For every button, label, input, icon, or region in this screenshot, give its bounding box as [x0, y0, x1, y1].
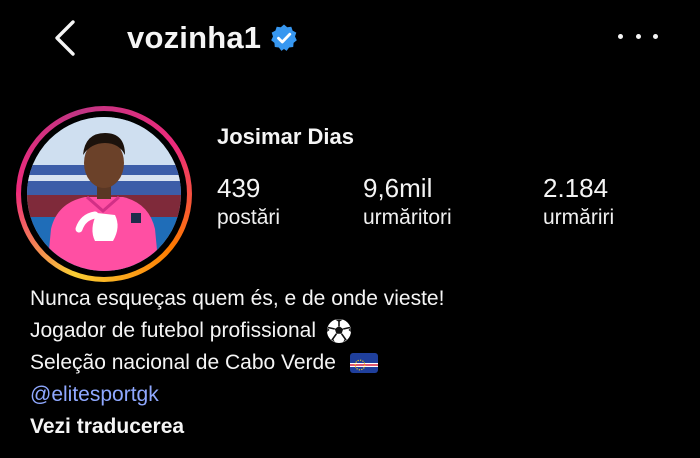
more-options-button[interactable]	[618, 24, 658, 48]
chevron-left-icon	[55, 20, 75, 56]
verified-badge-icon	[271, 24, 298, 51]
followers-count: 9,6mil	[363, 173, 433, 203]
bio-line-1: Nunca esqueças quem és, e de onde vieste…	[30, 283, 444, 315]
posts-label: postări	[217, 206, 281, 229]
back-button[interactable]	[48, 18, 84, 58]
profile-bio: Nunca esqueças quem és, e de onde vieste…	[30, 283, 444, 443]
followers-label: urmăritori	[363, 206, 452, 229]
bio-line-1-text: Nunca esqueças quem és, e de onde vieste…	[30, 287, 445, 310]
story-ring[interactable]	[16, 106, 192, 282]
following-count: 2.184	[543, 173, 609, 203]
username-header: vozinha1	[127, 16, 299, 60]
stat-followers[interactable]: 9,6mil urmăritori	[363, 172, 452, 232]
more-horizontal-icon	[618, 33, 623, 39]
bio-line-2-text: Jogador de futebol profissional	[30, 319, 317, 342]
bio-line-2: Jogador de futebol profissional	[30, 315, 444, 347]
avatar[interactable]	[27, 117, 181, 271]
bio-link[interactable]: @elitesportgk	[30, 379, 159, 411]
top-bar: vozinha1	[0, 0, 700, 78]
posts-count: 439	[217, 173, 261, 203]
profile-full-name: Josimar Dias	[217, 124, 354, 149]
cape-verde-flag-icon	[349, 353, 378, 373]
bio-line-3-text: Seleção nacional de Cabo Verde	[30, 351, 336, 374]
stat-posts[interactable]: 439 postări	[217, 172, 280, 232]
soccer-ball-icon	[327, 319, 352, 343]
stat-following[interactable]: 2.184 urmăriri	[543, 172, 614, 232]
translate-line: Vezi traducerea	[30, 411, 444, 443]
bio-link-line: @elitesportgk	[30, 379, 444, 411]
more-horizontal-icon-dot	[653, 33, 658, 39]
username: vozinha1	[127, 20, 262, 55]
see-translation-button[interactable]: Vezi traducerea	[30, 411, 184, 443]
more-horizontal-icon-dot	[635, 33, 641, 39]
bio-line-3: Seleção nacional de Cabo Verde	[30, 347, 444, 379]
profile-photo	[27, 117, 181, 271]
following-label: urmăriri	[543, 206, 615, 229]
